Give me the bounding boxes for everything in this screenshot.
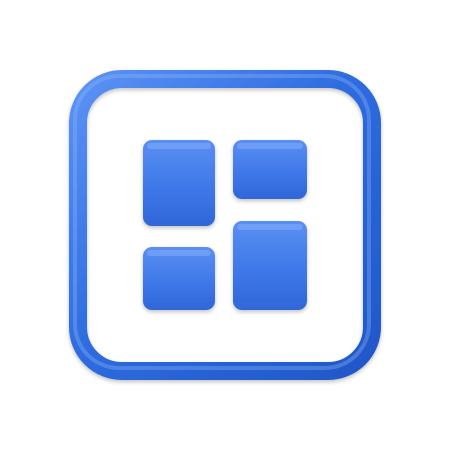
tile-bottom-left <box>143 247 215 310</box>
frame-outline <box>69 70 381 380</box>
dashboard-grid-icon <box>69 70 381 380</box>
icon-stage <box>0 0 450 450</box>
frame-highlight <box>73 74 371 370</box>
tile-bottom-right <box>233 221 307 310</box>
tile-top-left <box>143 140 215 226</box>
